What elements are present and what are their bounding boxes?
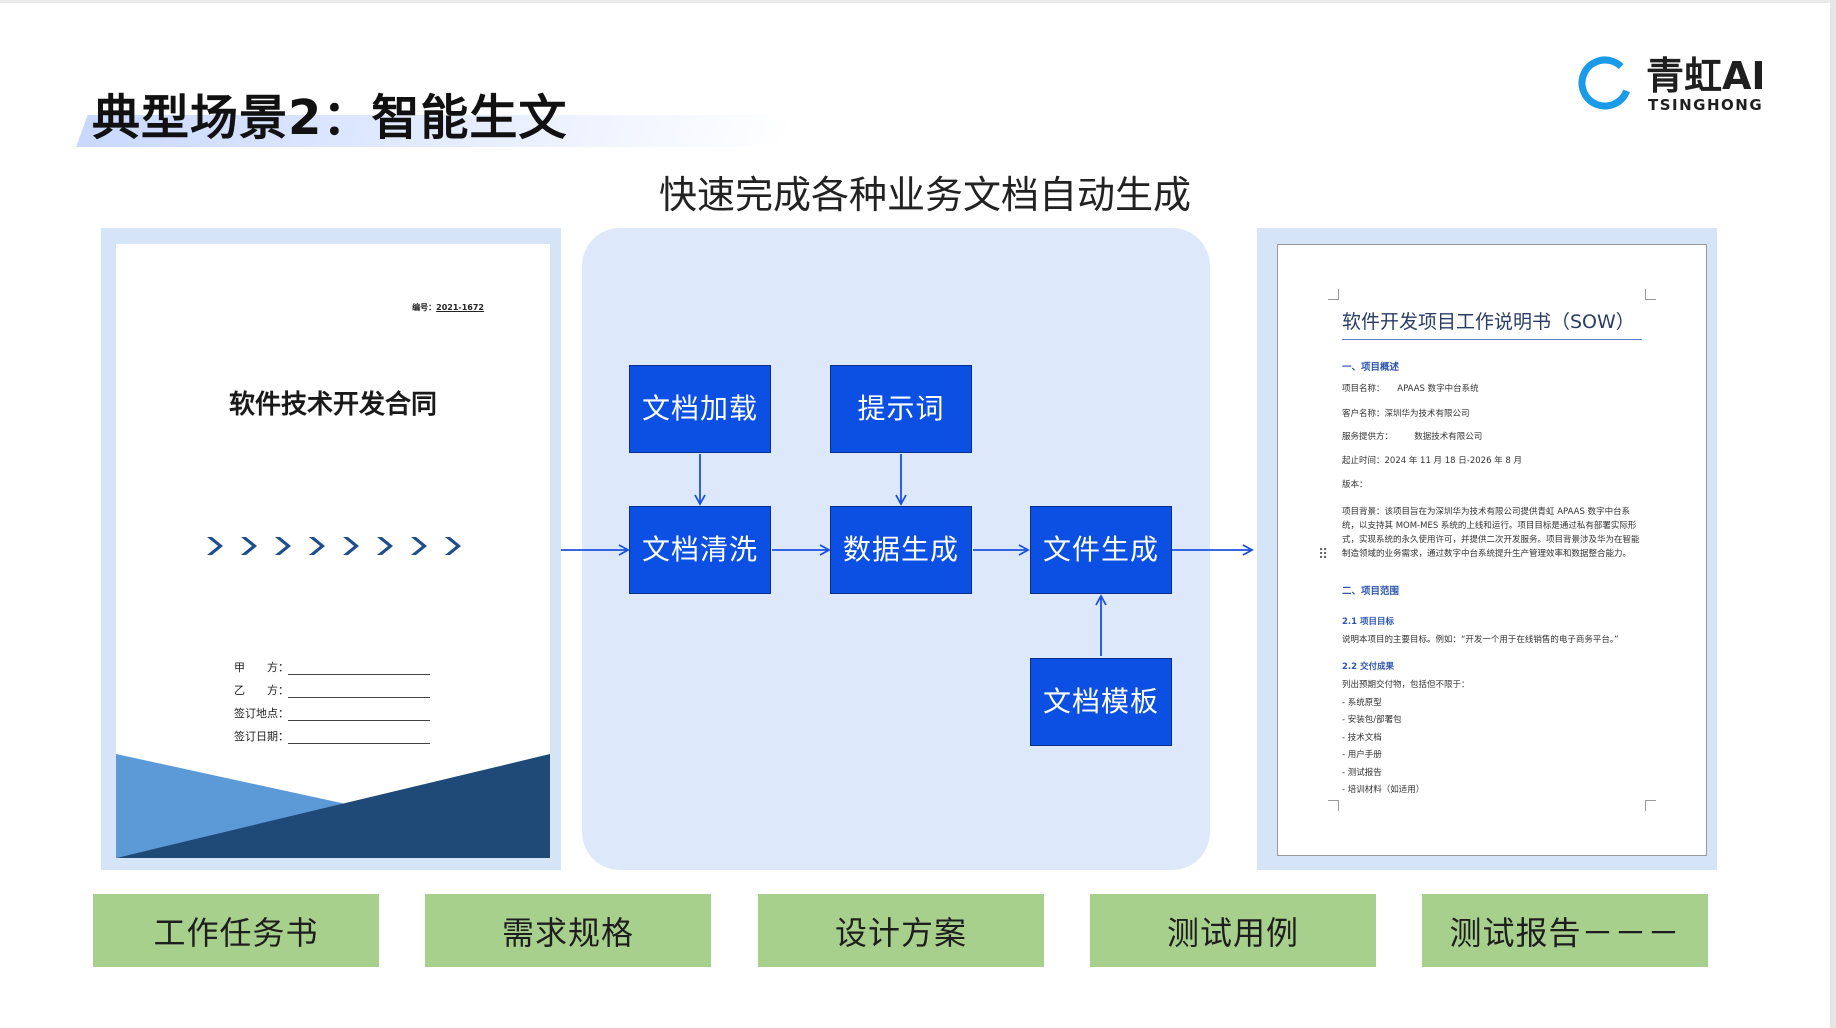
sow-title: 软件开发项目工作说明书（SOW） <box>1342 311 1635 333</box>
right-border <box>1830 0 1836 1028</box>
chevron-right-icon <box>445 537 461 555</box>
tag-work-task-book: 工作任务书 <box>93 894 379 967</box>
tag-design-plan: 设计方案 <box>758 894 1044 967</box>
chevron-right-icon <box>411 537 427 555</box>
chevron-right-icon <box>275 537 291 555</box>
sow-background: 项目背景：该项目旨在为深圳华为技术有限公司提供青虹 APAAS 数字中台系统，以… <box>1342 507 1640 559</box>
chevron-right-icon <box>377 537 393 555</box>
contract-number: 编号：2021-1672 <box>412 302 484 313</box>
node-file-generate: 文件生成 <box>1030 506 1172 594</box>
chevron-right-icon <box>343 537 359 555</box>
contract-document: 编号：2021-1672 软件技术开发合同 甲 方： 乙 方： 签订地点： 签订… <box>116 244 550 858</box>
sow-provider: 服务提供方： 数据技术有限公司 <box>1342 432 1483 442</box>
field-party-a: 甲 方： <box>234 652 430 675</box>
tag-test-report: 测试报告－－－ <box>1422 894 1708 967</box>
sow-period: 起止时间：2024 年 11 月 18 日-2026 年 8 月 <box>1342 456 1522 466</box>
sow-section-1-heading: 一、项目概述 <box>1342 362 1400 373</box>
node-document-template: 文档模板 <box>1030 658 1172 746</box>
subtitle: 快速完成各种业务文档自动生成 <box>658 173 1191 217</box>
page-title: 典型场景2：智能生文 <box>92 90 568 146</box>
signature-fields: 甲 方： 乙 方： 签订地点： 签订日期： <box>234 652 430 744</box>
sow-version: 版本： <box>1342 480 1368 490</box>
tag-test-cases: 测试用例 <box>1090 894 1376 967</box>
field-party-b: 乙 方： <box>234 675 430 698</box>
sow-client-name: 客户名称：深圳华为技术有限公司 <box>1342 409 1470 419</box>
field-sign-place: 签订地点： <box>234 698 430 721</box>
sow-section-2-2-heading: 2.2 交付成果 <box>1342 662 1395 672</box>
logo: 青虹AI TSINGHONG <box>1576 54 1776 118</box>
sow-section-2-2-intro: 列出预期交付物，包括但不限于： <box>1342 680 1470 690</box>
sow-section-2-1-text: 说明本项目的主要目标。例如：“开发一个用于在线销售的电子商务平台。” <box>1342 635 1619 645</box>
sow-project-name: 项目名称： APAAS 数字中台系统 <box>1342 384 1479 394</box>
node-data-generate: 数据生成 <box>830 506 972 594</box>
logo-ring-icon <box>1578 56 1632 110</box>
sow-deliverable: - 测试报告 <box>1342 768 1382 778</box>
cover-decor-triangles <box>116 754 550 858</box>
field-sign-date: 签订日期： <box>234 721 430 744</box>
contract-number-value: 2021-1672 <box>436 303 484 312</box>
node-prompt: 提示词 <box>830 365 972 453</box>
sow-document: 软件开发项目工作说明书（SOW） 一、项目概述 项目名称： APAAS 数字中台… <box>1277 244 1707 856</box>
chevron-row <box>202 534 464 564</box>
node-document-clean: 文档清洗 <box>629 506 771 594</box>
contract-number-label: 编号： <box>412 303 437 312</box>
top-border <box>0 0 1836 3</box>
drag-handle-icon[interactable]: ⠿ <box>1318 548 1328 562</box>
chevron-right-icon <box>207 537 223 555</box>
contract-title: 软件技术开发合同 <box>228 390 437 420</box>
tag-requirements-spec: 需求规格 <box>425 894 711 967</box>
node-document-load: 文档加载 <box>629 365 771 453</box>
sow-deliverable: - 安装包/部署包 <box>1342 715 1402 725</box>
sow-deliverable: - 培训材料（如适用） <box>1342 785 1425 795</box>
chevron-right-icon <box>309 537 325 555</box>
logo-text: 青虹AI <box>1646 54 1766 98</box>
sow-section-2-1-heading: 2.1 项目目标 <box>1342 617 1395 627</box>
slide: 典型场景2：智能生文 青虹AI TSINGHONG 快速完成各种业务文档自动生成… <box>0 0 1836 1028</box>
sow-deliverable: - 技术文档 <box>1342 733 1382 743</box>
sow-deliverable: - 用户手册 <box>1342 750 1382 760</box>
chevron-right-icon <box>241 537 257 555</box>
sow-section-2-heading: 二、项目范围 <box>1342 586 1400 597</box>
sow-deliverable: - 系统原型 <box>1342 698 1382 708</box>
logo-subtext: TSINGHONG <box>1648 96 1764 114</box>
